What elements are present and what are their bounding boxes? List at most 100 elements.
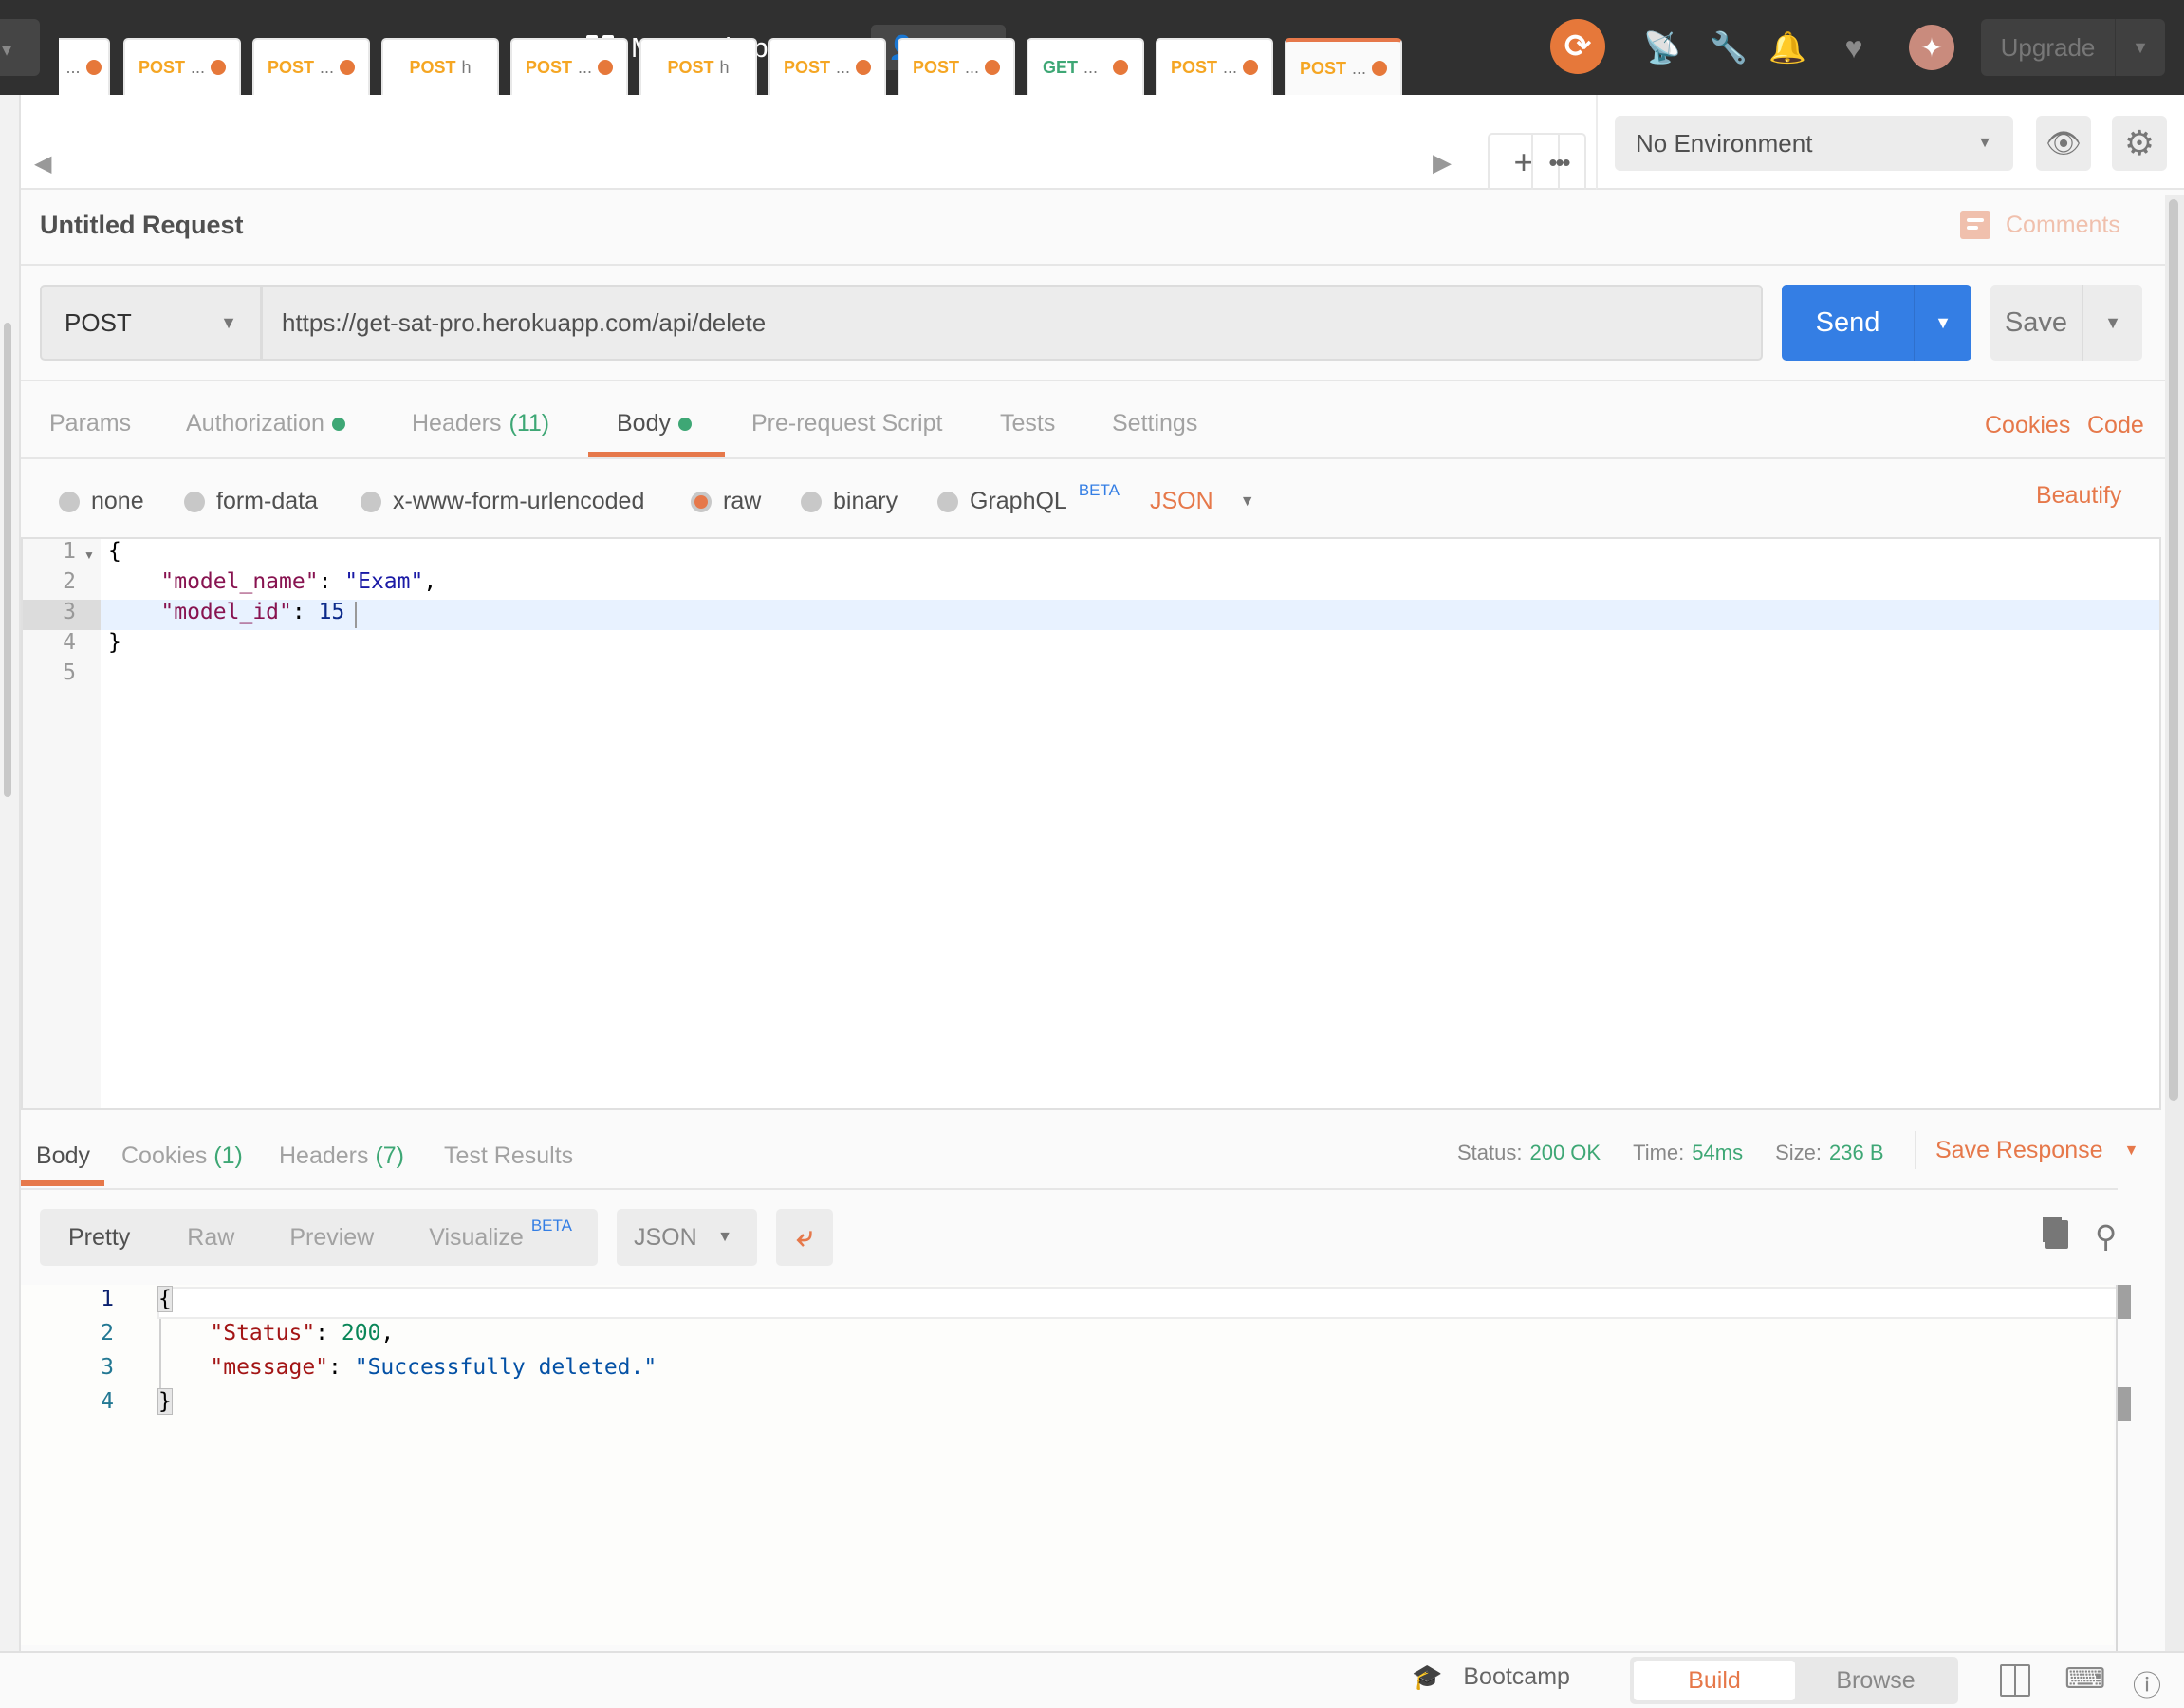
comments-button[interactable]: Comments <box>1960 211 2120 239</box>
tab-method: POST <box>409 57 456 77</box>
bell-icon[interactable]: 🔔 <box>1767 27 1808 68</box>
response-tab-headers[interactable]: Headers (7) <box>279 1142 404 1170</box>
response-tab-test-results[interactable]: Test Results <box>444 1142 573 1170</box>
body-type-binary[interactable]: binary <box>801 488 898 515</box>
beta-badge: BETA <box>1078 480 1120 499</box>
request-tab[interactable]: POST... <box>510 38 628 95</box>
comment-icon <box>1960 211 1990 239</box>
radio-button[interactable] <box>361 491 381 512</box>
request-tab[interactable]: POST... <box>768 38 886 95</box>
tab-headers[interactable]: Headers (11) <box>412 410 549 437</box>
unsaved-dot <box>1372 61 1388 76</box>
build-mode-button[interactable]: Build <box>1634 1661 1795 1700</box>
text-cursor <box>355 602 357 628</box>
chevron-down-icon: ▼ <box>1977 135 1992 151</box>
avatar[interactable]: ✦ <box>1909 25 1954 70</box>
radio-button[interactable] <box>937 491 958 512</box>
unsaved-dot <box>211 60 227 75</box>
raw-format-select[interactable]: JSON ▼ <box>1150 488 1255 515</box>
environment-select[interactable]: No Environment ▼ <box>1615 116 2013 171</box>
two-pane-view-icon[interactable] <box>2000 1664 2030 1697</box>
wrench-icon[interactable]: 🔧 <box>1708 27 1749 68</box>
cookies-link[interactable]: Cookies <box>1985 412 2070 439</box>
size-value[interactable]: 236 B <box>1829 1141 1884 1164</box>
request-tab[interactable]: ... <box>59 38 110 95</box>
chevron-down-icon[interactable]: ▼ <box>2116 19 2165 76</box>
environment-quick-look-button[interactable]: 👁 <box>2036 116 2091 171</box>
response-format-select[interactable]: JSON ▼ <box>617 1209 757 1266</box>
status-dot <box>677 417 692 431</box>
sidebar-toggle-button[interactable]: ▾ <box>0 19 40 76</box>
save-response-button[interactable]: Save Response ▼ <box>1935 1137 2138 1164</box>
request-tabs-bar <box>21 95 1596 190</box>
method-select[interactable]: POST ▼ <box>40 285 262 361</box>
body-type-raw[interactable]: raw <box>691 488 761 515</box>
tab-name: ... <box>965 57 980 77</box>
fold-arrow-icon[interactable]: ▼ <box>83 548 95 562</box>
request-tab[interactable]: POST... <box>898 38 1015 95</box>
send-button[interactable]: Send ▼ <box>1782 285 1971 361</box>
radio-button[interactable] <box>801 491 822 512</box>
tab-label: Body <box>36 1142 90 1169</box>
time-meta: Time: 54ms <box>1633 1141 1743 1165</box>
sidebar-scrollbar[interactable] <box>4 323 11 797</box>
request-tab[interactable]: POST... <box>1156 38 1273 95</box>
request-title[interactable]: Untitled Request <box>40 211 244 240</box>
request-tab[interactable]: POST... <box>252 38 370 95</box>
code-line: { <box>157 1286 173 1312</box>
bootcamp-button[interactable]: 🎓 Bootcamp <box>1412 1662 1570 1692</box>
line-number: 3 <box>101 1355 114 1380</box>
response-tab-cookies[interactable]: Cookies (1) <box>121 1142 243 1170</box>
beautify-link[interactable]: Beautify <box>2036 482 2121 510</box>
radio-button[interactable] <box>59 491 80 512</box>
code-link[interactable]: Code <box>2087 412 2144 439</box>
request-tab-active[interactable]: POST... <box>1285 38 1402 95</box>
view-mode-preview[interactable]: Preview <box>234 1224 374 1252</box>
view-mode-raw[interactable]: Raw <box>130 1224 234 1252</box>
manage-environments-button[interactable]: ⚙ <box>2112 116 2167 171</box>
tab-scroll-right-icon[interactable]: ▶ <box>1433 148 1452 177</box>
response-scrollbar-marker[interactable] <box>2118 1387 2131 1421</box>
tab-scroll-left-icon[interactable]: ◀ <box>34 150 51 177</box>
view-mode-visualize[interactable]: Visualize <box>374 1224 524 1252</box>
sync-icon[interactable]: ⟳ <box>1550 19 1605 74</box>
save-button[interactable]: Save ▼ <box>1990 285 2142 361</box>
heart-icon[interactable]: ♥ <box>1833 27 1875 68</box>
tab-body[interactable]: Body <box>617 410 692 437</box>
tab-options-button[interactable]: ••• <box>1531 133 1586 190</box>
help-icon[interactable]: ⓘ <box>2133 1662 2161 1704</box>
status-value[interactable]: 200 OK <box>1529 1141 1601 1164</box>
body-type-graphql[interactable]: GraphQL BETA <box>937 481 1120 515</box>
tab-label: Pre-request Script <box>751 410 943 436</box>
body-type-none[interactable]: none <box>59 488 144 515</box>
tab-params[interactable]: Params <box>49 410 131 437</box>
response-scrollbar-marker[interactable] <box>2118 1285 2131 1319</box>
url-input[interactable]: https://get-sat-pro.herokuapp.com/api/de… <box>262 285 1763 361</box>
request-tab[interactable]: POST h <box>381 38 499 95</box>
radio-button[interactable] <box>184 491 205 512</box>
satellite-icon[interactable]: 📡 <box>1641 27 1683 68</box>
body-type-urlencoded[interactable]: x-www-form-urlencoded <box>361 488 644 515</box>
response-tab-body[interactable]: Body <box>36 1142 90 1170</box>
request-tab[interactable]: POST... <box>123 38 241 95</box>
view-mode-pretty[interactable]: Pretty <box>40 1224 130 1252</box>
body-type-form-data[interactable]: form-data <box>184 488 318 515</box>
wrap-lines-button[interactable]: ⤶ <box>776 1209 833 1266</box>
request-tab[interactable]: POST h <box>639 38 757 95</box>
tab-settings[interactable]: Settings <box>1112 410 1197 437</box>
keyboard-shortcuts-icon[interactable]: ⌨ <box>2064 1662 2105 1696</box>
save-options-chevron-icon[interactable]: ▼ <box>2083 285 2142 361</box>
time-value[interactable]: 54ms <box>1692 1141 1743 1164</box>
request-tab[interactable]: GET... <box>1027 38 1144 95</box>
tab-pre-request-script[interactable]: Pre-request Script <box>751 410 942 437</box>
send-options-chevron-icon[interactable]: ▼ <box>1915 285 1971 361</box>
brace: { <box>108 539 121 564</box>
browse-mode-button[interactable]: Browse <box>1795 1661 1956 1700</box>
search-icon[interactable]: ⚲ <box>2095 1218 2117 1254</box>
upgrade-button[interactable]: Upgrade ▼ <box>1981 19 2165 76</box>
radio-button-selected[interactable] <box>691 491 712 512</box>
main-scrollbar-thumb[interactable] <box>2169 199 2178 1101</box>
copy-icon[interactable] <box>2045 1220 2068 1249</box>
tab-authorization[interactable]: Authorization <box>186 410 345 437</box>
tab-tests[interactable]: Tests <box>1000 410 1055 437</box>
